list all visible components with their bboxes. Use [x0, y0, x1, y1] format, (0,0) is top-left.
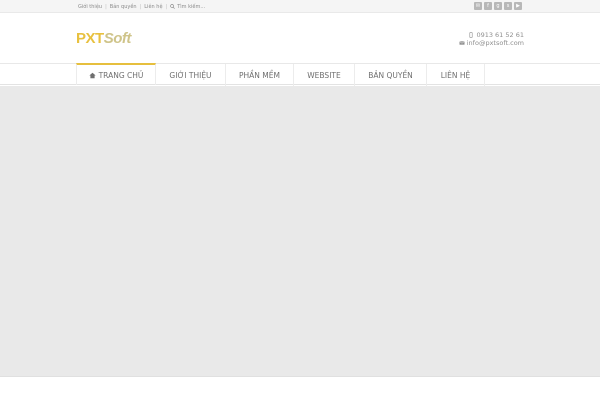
search-placeholder: Tìm kiếm...	[177, 3, 206, 10]
top-search[interactable]: Tìm kiếm...	[170, 4, 205, 10]
top-link-separator: |	[105, 3, 107, 10]
contact-phone-row: 0913 61 52 61	[459, 31, 524, 39]
nav-item-label: BẢN QUYỀN	[368, 70, 413, 80]
envelope-icon	[459, 41, 465, 45]
skype-icon[interactable]: s	[504, 2, 512, 10]
nav-item-home[interactable]: TRANG CHỦ	[76, 63, 156, 85]
top-link-license[interactable]: Bản quyền	[110, 4, 137, 10]
search-icon	[170, 4, 176, 9]
logo-text-pxt: PXT	[76, 30, 104, 47]
header-contact: 0913 61 52 61 info@pxtsoft.com	[459, 31, 524, 47]
site-logo[interactable]: PXT Soft	[76, 30, 131, 47]
contact-email[interactable]: info@pxtsoft.com	[467, 39, 524, 47]
nav-item-label: PHẦN MỀM	[239, 70, 280, 80]
youtube-icon[interactable]: ▶	[514, 2, 522, 10]
email-icon[interactable]: ✉	[474, 2, 482, 10]
contact-email-row: info@pxtsoft.com	[459, 39, 524, 47]
nav-item-label: WEBSITE	[307, 70, 341, 80]
main-content-area	[0, 86, 600, 376]
logo-text-soft: Soft	[103, 30, 132, 47]
footer	[0, 376, 600, 400]
nav-items: TRANG CHỦ GIỚI THIỆU PHẦN MỀM WEBSITE BẢ…	[76, 63, 485, 86]
nav-item-label: LIÊN HỆ	[440, 70, 471, 80]
contact-phone[interactable]: 0913 61 52 61	[476, 31, 524, 39]
nav-item-about[interactable]: GIỚI THIỆU	[156, 64, 226, 86]
home-icon	[88, 72, 96, 78]
facebook-icon[interactable]: f	[484, 2, 492, 10]
top-links: Giới thiệu | Bản quyền | Liên hệ | Tìm k…	[78, 0, 205, 13]
main-nav: TRANG CHỦ GIỚI THIỆU PHẦN MỀM WEBSITE BẢ…	[0, 63, 600, 86]
nav-item-license[interactable]: BẢN QUYỀN	[355, 64, 427, 86]
social-icons: ✉ f g s ▶	[474, 2, 522, 10]
google-plus-icon[interactable]: g	[494, 2, 502, 10]
top-bar: Giới thiệu | Bản quyền | Liên hệ | Tìm k…	[0, 0, 600, 13]
top-link-contact[interactable]: Liên hệ	[144, 4, 162, 10]
nav-item-contact[interactable]: LIÊN HỆ	[427, 64, 485, 86]
nav-item-label: TRANG CHỦ	[98, 70, 144, 80]
phone-icon	[469, 32, 473, 38]
top-link-separator: |	[165, 3, 168, 10]
nav-item-label: GIỚI THIỆU	[169, 70, 212, 80]
nav-item-software[interactable]: PHẦN MỀM	[226, 64, 294, 86]
top-link-about[interactable]: Giới thiệu	[78, 4, 102, 10]
top-link-separator: |	[139, 3, 142, 10]
nav-item-website[interactable]: WEBSITE	[294, 64, 355, 86]
